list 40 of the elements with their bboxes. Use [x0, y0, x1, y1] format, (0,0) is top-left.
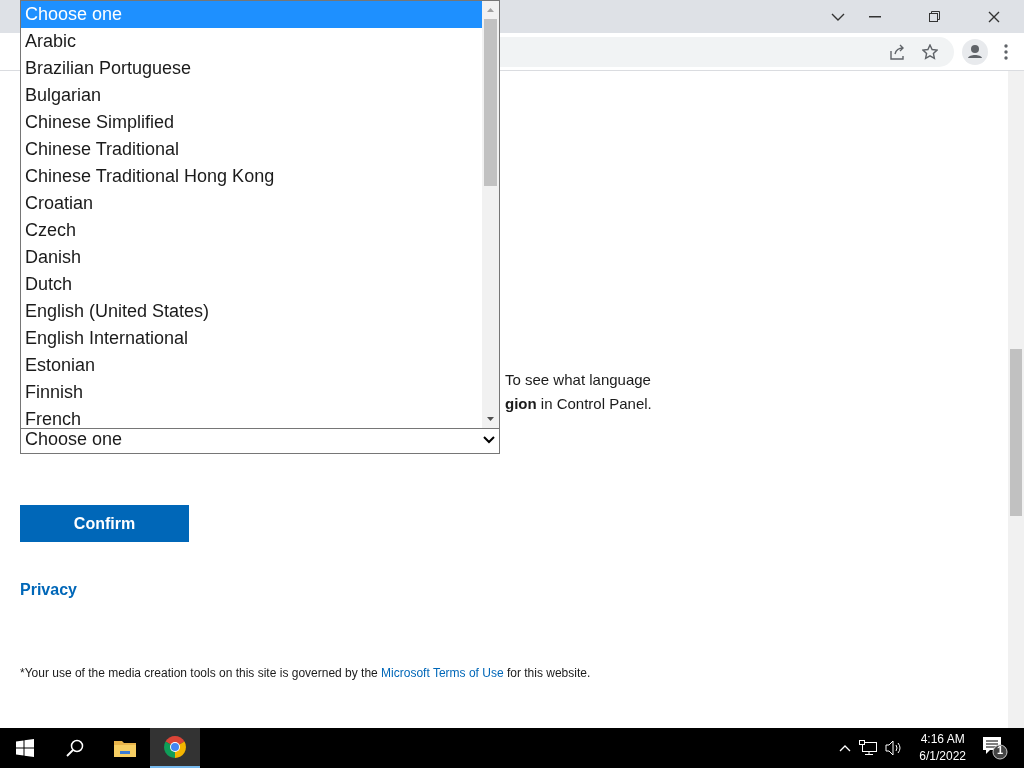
dropdown-option[interactable]: Czech [21, 217, 482, 244]
restore-icon[interactable] [929, 11, 940, 22]
list-scrollbar-thumb[interactable] [484, 19, 497, 186]
caret-icon [483, 435, 495, 444]
instruction-text: gion in Control Panel. [505, 394, 653, 414]
network-icon[interactable] [859, 740, 878, 756]
minimize-icon[interactable] [869, 15, 881, 18]
confirm-button[interactable]: Confirm [20, 505, 189, 542]
dropdown-option[interactable]: Chinese Traditional Hong Kong [21, 163, 482, 190]
dropdown-option[interactable]: Chinese Simplified [21, 109, 482, 136]
page-scrollbar[interactable] [1008, 71, 1024, 728]
privacy-link[interactable]: Privacy [20, 578, 77, 602]
close-icon[interactable] [988, 10, 1000, 23]
dropdown-option[interactable]: Finnish [21, 379, 482, 406]
language-dropdown-list[interactable] [20, 0, 500, 429]
star-icon[interactable] [922, 43, 938, 60]
profile-icon[interactable] [962, 38, 988, 65]
instruction-text: To see what language [505, 370, 652, 390]
speaker-icon[interactable] [885, 740, 904, 756]
notification-count: 1 [996, 742, 1003, 758]
dropdown-option[interactable]: Bulgarian [21, 82, 482, 109]
terms-link[interactable]: Microsoft Terms of Use [381, 666, 504, 680]
dropdown-option[interactable]: Arabic [21, 28, 482, 55]
dropdown-option[interactable]: French [21, 406, 482, 428]
terms-notice: *Your use of the media creation tools on this site is governed by the Microsoft Terms of Use for this website. [20, 665, 592, 682]
dropdown-option[interactable]: Danish [21, 244, 482, 271]
chevron-down-icon[interactable] [831, 11, 845, 22]
browser-icon[interactable] [150, 728, 200, 768]
menu-icon[interactable] [1004, 43, 1008, 60]
dropdown-option[interactable]: English (United States) [21, 298, 482, 325]
dropdown-option[interactable]: English International [21, 325, 482, 352]
dropdown-option[interactable]: Brazilian Portuguese [21, 55, 482, 82]
caret-up-icon[interactable] [839, 744, 852, 752]
dropdown-option[interactable]: Chinese Traditional [21, 136, 482, 163]
share-icon[interactable] [890, 43, 906, 60]
dropdown-option[interactable]: Croatian [21, 190, 482, 217]
scrollbar-thumb[interactable] [1010, 349, 1022, 516]
clock[interactable]: 4:16 AM 6/1/2022 [919, 731, 966, 765]
dropdown-option[interactable]: Estonian [21, 352, 482, 379]
dropdown-option[interactable]: Dutch [21, 271, 482, 298]
